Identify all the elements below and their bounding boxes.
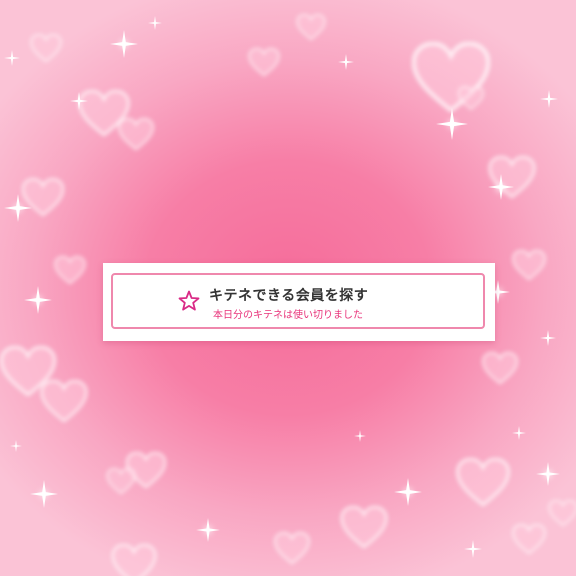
search-members-card: キテネできる会員を探す 本日分のキテネは使い切りました — [103, 263, 495, 341]
card-title: キテネできる会員を探す — [209, 288, 369, 304]
card-subtitle: 本日分のキテネは使い切りました — [213, 310, 363, 321]
search-members-button[interactable]: キテネできる会員を探す 本日分のキテネは使い切りました — [111, 273, 485, 329]
screen: キテネできる会員を探す 本日分のキテネは使い切りました — [0, 0, 576, 576]
